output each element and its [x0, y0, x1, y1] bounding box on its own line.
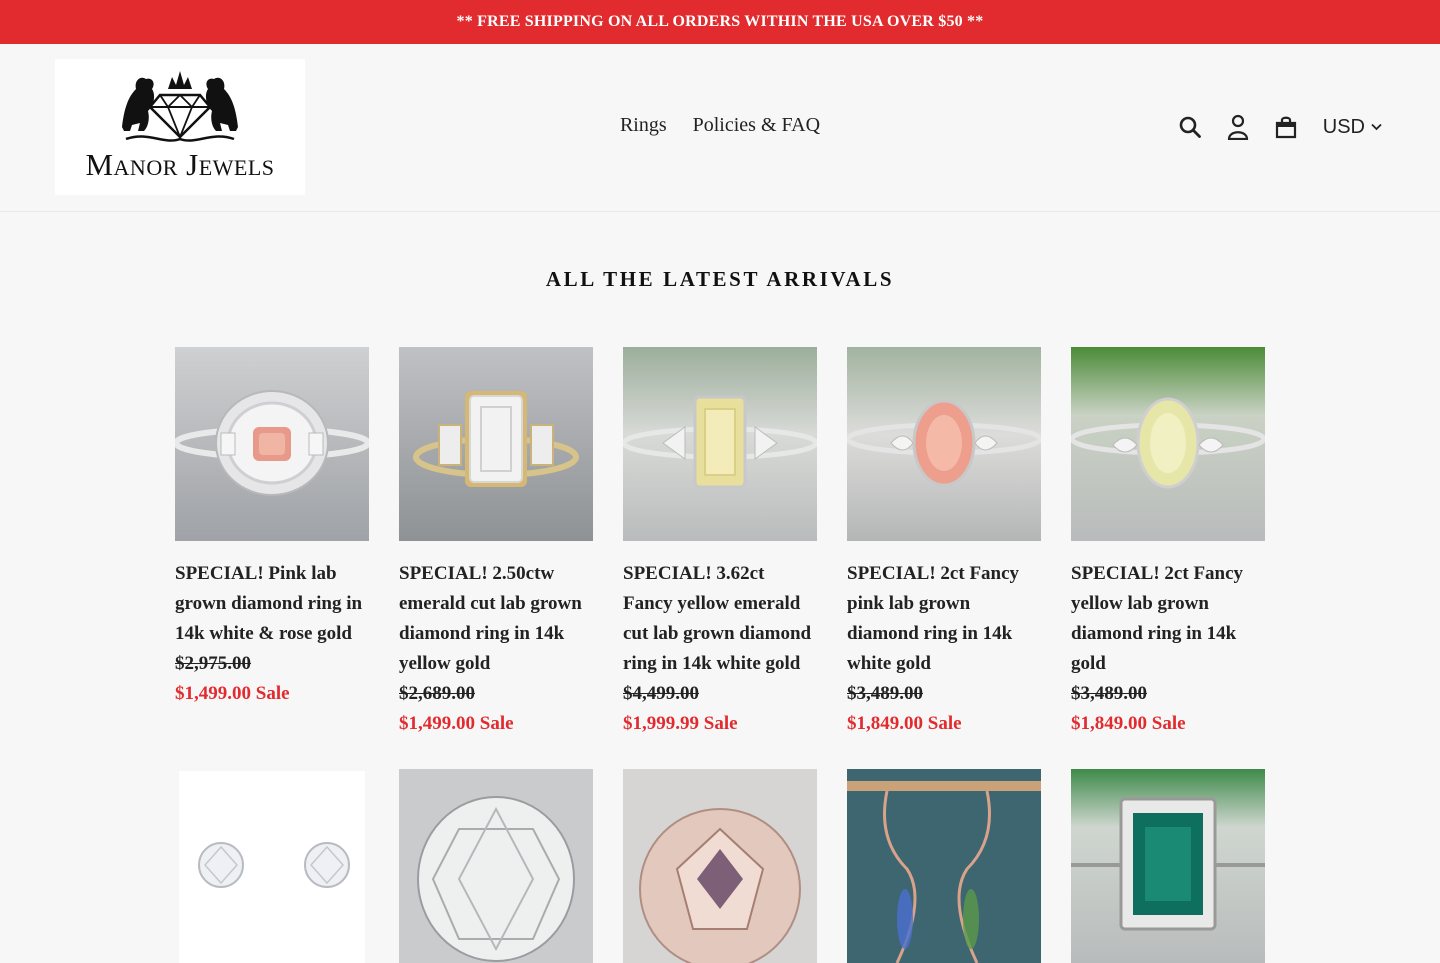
product-title[interactable]: SPECIAL! Pink lab grown diamond ring in … [175, 559, 369, 649]
product-card[interactable] [175, 769, 369, 963]
announcement-text: ** FREE SHIPPING ON ALL ORDERS WITHIN TH… [456, 13, 984, 30]
product-card[interactable]: SPECIAL! Pink lab grown diamond ring in … [175, 347, 369, 739]
sale-price: $1,849.00 [1071, 713, 1147, 734]
nav-link-rings[interactable]: Rings [620, 114, 667, 137]
cart-icon[interactable] [1273, 114, 1299, 140]
regular-price: $3,489.00 [847, 683, 923, 704]
product-image-diamond-stud-earrings[interactable] [175, 769, 369, 963]
product-title[interactable]: SPECIAL! 3.62ct Fancy yellow emerald cut… [623, 559, 817, 679]
sale-price-line: $1,849.00 Sale [847, 709, 1041, 739]
sale-price-line: $1,499.00 Sale [175, 679, 369, 709]
sale-label: Sale [479, 713, 514, 734]
product-image-pink-cushion-halo-ring[interactable] [175, 347, 369, 541]
regular-price: $2,975.00 [175, 653, 251, 674]
product-title[interactable]: SPECIAL! 2.50ctw emerald cut lab grown d… [399, 559, 593, 679]
search-icon[interactable] [1177, 114, 1203, 140]
sale-label: Sale [703, 713, 738, 734]
product-card[interactable]: SPECIAL! 2ct Fancy yellow lab grown diam… [1071, 347, 1265, 739]
chevron-down-icon [1371, 123, 1382, 131]
sale-price: $1,999.99 [623, 713, 699, 734]
product-card[interactable]: SPECIAL! 2.50ctw emerald cut lab grown d… [399, 347, 593, 739]
product-title[interactable]: SPECIAL! 2ct Fancy pink lab grown diamon… [847, 559, 1041, 679]
nav-link-policies-faq[interactable]: Policies & FAQ [693, 114, 820, 137]
product-title[interactable]: SPECIAL! 2ct Fancy yellow lab grown diam… [1071, 559, 1265, 679]
sale-price: $1,499.00 [175, 683, 251, 704]
currency-value: USD [1322, 115, 1365, 138]
regular-price: $3,489.00 [1071, 683, 1147, 704]
currency-selector[interactable]: USD [1323, 116, 1382, 139]
regular-price: $2,689.00 [399, 683, 475, 704]
product-image-emerald-cut-yellow-gold-ring[interactable] [399, 347, 593, 541]
sale-price: $1,499.00 [399, 713, 475, 734]
regular-price: $4,499.00 [623, 683, 699, 704]
product-grid: SPECIAL! Pink lab grown diamond ring in … [175, 347, 1265, 963]
account-icon[interactable] [1225, 114, 1251, 140]
product-image-opal-rose-gold-earrings[interactable] [847, 769, 1041, 963]
site-header: Manor Jewels Rings Policies & FAQ USD [0, 44, 1440, 212]
product-image-yellow-emerald-cut-ring[interactable] [623, 347, 817, 541]
product-card[interactable]: SPECIAL! 3.62ct Fancy yellow emerald cut… [623, 347, 817, 739]
sale-price-line: $1,499.00 Sale [399, 709, 593, 739]
product-card[interactable] [1071, 769, 1265, 963]
product-image-emerald-halo-ring[interactable] [1071, 769, 1265, 963]
announcement-bar: ** FREE SHIPPING ON ALL ORDERS WITHIN TH… [0, 0, 1440, 44]
sale-label: Sale [1151, 713, 1186, 734]
sale-label: Sale [255, 683, 290, 704]
product-card[interactable] [399, 769, 593, 963]
sale-price-line: $1,849.00 Sale [1071, 709, 1265, 739]
sale-label: Sale [927, 713, 962, 734]
product-image-pink-oval-ring[interactable] [847, 347, 1041, 541]
sale-price: $1,849.00 [847, 713, 923, 734]
product-card[interactable] [847, 769, 1041, 963]
header-actions: USD [1177, 114, 1382, 140]
product-image-yellow-oval-ring[interactable] [1071, 347, 1265, 541]
product-image-champagne-round-diamond[interactable] [623, 769, 817, 963]
product-image-white-cushion-gem[interactable] [399, 769, 593, 963]
sale-price-line: $1,999.99 Sale [623, 709, 817, 739]
section-title: ALL THE LATEST ARRIVALS [545, 267, 895, 291]
logo-text: Manor Jewels [85, 147, 275, 182]
product-card[interactable] [623, 769, 817, 963]
product-card[interactable]: SPECIAL! 2ct Fancy pink lab grown diamon… [847, 347, 1041, 739]
